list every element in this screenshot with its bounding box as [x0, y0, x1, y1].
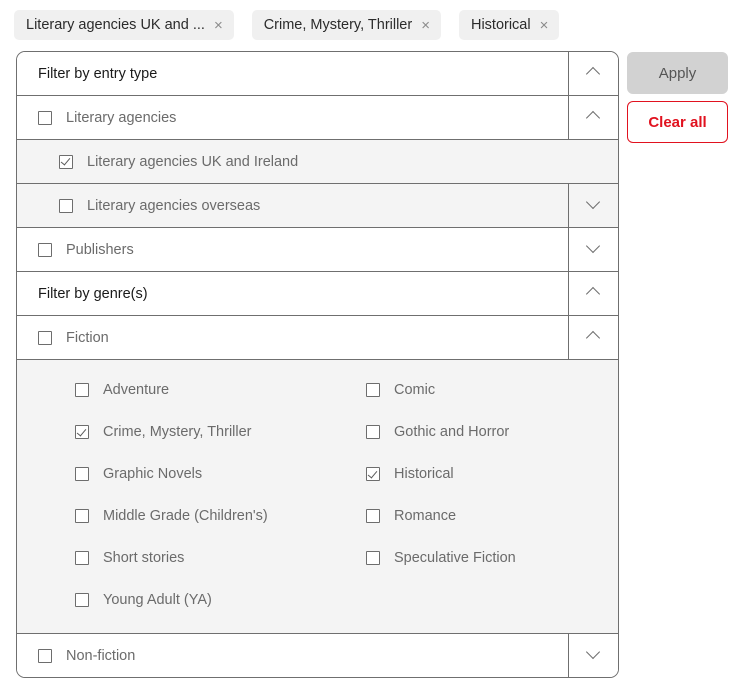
genre-option-adventure[interactable]: Adventure	[17, 369, 307, 411]
filter-chip-label: Historical	[470, 16, 531, 33]
close-icon[interactable]: ×	[540, 18, 549, 33]
section-header-entry-type-main: Filter by entry type	[17, 52, 568, 95]
checkbox-crime-mystery-thriller[interactable]	[75, 425, 89, 439]
genre-label[interactable]: Graphic Novels	[103, 466, 202, 482]
filter-chip[interactable]: Literary agencies UK and ... ×	[14, 10, 234, 40]
filter-row-literary-agencies-overseas-main: Literary agencies overseas	[17, 184, 568, 227]
checkbox-fiction[interactable]	[38, 330, 52, 345]
toggle-placeholder	[568, 140, 618, 183]
genre-option-comic[interactable]: Comic	[307, 369, 618, 411]
close-icon[interactable]: ×	[421, 18, 430, 33]
chevron-down-icon	[587, 243, 600, 256]
section-title: Filter by entry type	[38, 65, 158, 82]
filter-row-publishers[interactable]: Publishers	[17, 228, 618, 272]
filter-label[interactable]: Literary agencies UK and Ireland	[87, 154, 298, 170]
collapse-toggle-literary-agencies[interactable]	[568, 96, 618, 139]
checkbox-speculative-fiction[interactable]	[366, 551, 380, 565]
clear-all-button[interactable]: Clear all	[627, 101, 728, 143]
chevron-up-icon	[587, 331, 600, 344]
filter-chip[interactable]: Crime, Mystery, Thriller ×	[251, 10, 441, 40]
checkbox-gothic-and-horror[interactable]	[366, 425, 380, 439]
genre-label[interactable]: Speculative Fiction	[394, 550, 516, 566]
filter-row-publishers-main: Publishers	[17, 228, 568, 271]
filter-row-literary-agencies-main: Literary agencies	[17, 96, 568, 139]
section-header-genres-main: Filter by genre(s)	[17, 272, 568, 315]
section-header-entry-type[interactable]: Filter by entry type	[17, 52, 618, 96]
genre-label[interactable]: Adventure	[103, 382, 169, 398]
filter-row-literary-agencies-uk-and-ireland[interactable]: Literary agencies UK and Ireland	[17, 140, 618, 184]
checkbox-middle-grade-childrens[interactable]	[75, 509, 89, 523]
genre-label[interactable]: Romance	[394, 508, 456, 524]
checkbox-comic[interactable]	[366, 383, 380, 397]
selected-filters-bar: Literary agencies UK and ... × Crime, My…	[14, 9, 560, 41]
filter-row-fiction-main: Fiction	[17, 316, 568, 359]
filter-row-literary-agencies-overseas[interactable]: Literary agencies overseas	[17, 184, 618, 228]
checkbox-graphic-novels[interactable]	[75, 467, 89, 481]
chevron-up-icon	[587, 67, 600, 80]
genre-option-gothic-and-horror[interactable]: Gothic and Horror	[307, 411, 618, 453]
filter-panel: Filter by entry type Literary agencies L…	[16, 51, 619, 678]
genre-label[interactable]: Crime, Mystery, Thriller	[103, 424, 252, 440]
genre-options-panel: Adventure Comic Crime, Mystery, Thriller…	[17, 360, 618, 634]
chevron-up-icon	[587, 287, 600, 300]
expand-toggle-publishers[interactable]	[568, 228, 618, 271]
genre-option-romance[interactable]: Romance	[307, 495, 618, 537]
filter-chip-label: Literary agencies UK and ...	[26, 16, 205, 33]
filter-label[interactable]: Non-fiction	[66, 648, 135, 664]
chevron-down-icon	[587, 649, 600, 662]
apply-button[interactable]: Apply	[627, 52, 728, 94]
checkbox-historical[interactable]	[366, 467, 380, 481]
filter-row-fiction[interactable]: Fiction	[17, 316, 618, 360]
checkbox-literary-agencies[interactable]	[38, 110, 52, 125]
genre-label[interactable]: Middle Grade (Children's)	[103, 508, 268, 524]
filter-row-non-fiction-main: Non-fiction	[17, 634, 568, 677]
chevron-down-icon	[587, 199, 600, 212]
filter-label[interactable]: Literary agencies	[66, 110, 176, 126]
genre-option-young-adult-ya[interactable]: Young Adult (YA)	[17, 579, 307, 621]
filter-chip-label: Crime, Mystery, Thriller	[263, 16, 413, 33]
checkbox-adventure[interactable]	[75, 383, 89, 397]
section-title: Filter by genre(s)	[38, 285, 148, 302]
filter-actions: Apply Clear all	[627, 52, 728, 143]
collapse-toggle-genres[interactable]	[568, 272, 618, 315]
genre-label[interactable]: Young Adult (YA)	[103, 592, 212, 608]
checkbox-literary-agencies-uk-and-ireland[interactable]	[59, 154, 73, 169]
checkbox-non-fiction[interactable]	[38, 648, 52, 663]
filter-row-literary-agencies[interactable]: Literary agencies	[17, 96, 618, 140]
filter-label[interactable]: Fiction	[66, 330, 109, 346]
genre-option-short-stories[interactable]: Short stories	[17, 537, 307, 579]
genre-label[interactable]: Gothic and Horror	[394, 424, 509, 440]
checkbox-young-adult-ya[interactable]	[75, 593, 89, 607]
filter-label[interactable]: Literary agencies overseas	[87, 198, 260, 214]
expand-toggle-non-fiction[interactable]	[568, 634, 618, 677]
collapse-toggle-entry-type[interactable]	[568, 52, 618, 95]
checkbox-romance[interactable]	[366, 509, 380, 523]
filter-row-non-fiction[interactable]: Non-fiction	[17, 634, 618, 677]
genre-options-grid: Adventure Comic Crime, Mystery, Thriller…	[17, 369, 618, 621]
genre-option-graphic-novels[interactable]: Graphic Novels	[17, 453, 307, 495]
genre-option-middle-grade-childrens[interactable]: Middle Grade (Children's)	[17, 495, 307, 537]
filter-chip[interactable]: Historical ×	[458, 10, 560, 40]
expand-toggle-literary-agencies-overseas[interactable]	[568, 184, 618, 227]
collapse-toggle-fiction[interactable]	[568, 316, 618, 359]
genre-label[interactable]: Short stories	[103, 550, 184, 566]
checkbox-publishers[interactable]	[38, 242, 52, 257]
section-header-genres[interactable]: Filter by genre(s)	[17, 272, 618, 316]
checkbox-short-stories[interactable]	[75, 551, 89, 565]
genre-option-speculative-fiction[interactable]: Speculative Fiction	[307, 537, 618, 579]
genre-label[interactable]: Comic	[394, 382, 435, 398]
genre-label[interactable]: Historical	[394, 466, 454, 482]
genre-option-crime-mystery-thriller[interactable]: Crime, Mystery, Thriller	[17, 411, 307, 453]
chevron-up-icon	[587, 111, 600, 124]
genre-option-historical[interactable]: Historical	[307, 453, 618, 495]
close-icon[interactable]: ×	[214, 18, 223, 33]
filter-row-literary-agencies-uk-and-ireland-main: Literary agencies UK and Ireland	[17, 140, 568, 183]
checkbox-literary-agencies-overseas[interactable]	[59, 198, 73, 213]
filter-label[interactable]: Publishers	[66, 242, 134, 258]
